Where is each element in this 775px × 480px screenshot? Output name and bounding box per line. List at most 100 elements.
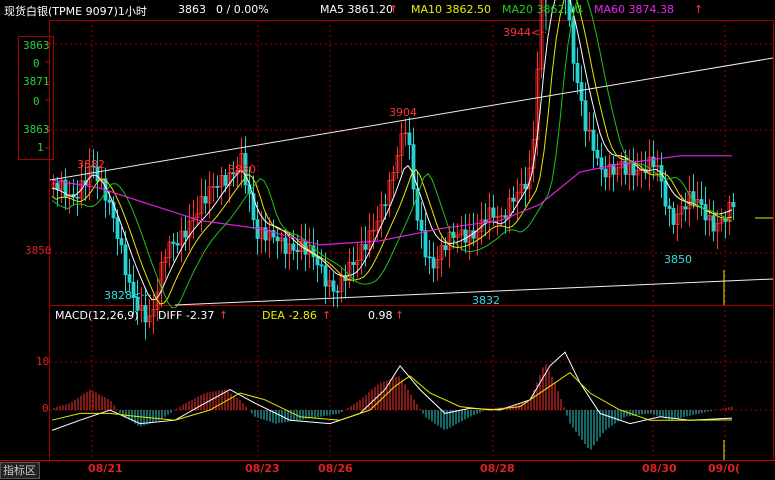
macd-arrow-icon: ↑ [395,309,405,322]
candle-body [511,197,516,202]
candle-body [283,237,288,254]
candle-body [203,196,208,204]
candle-body [667,205,672,209]
macd-pane-frame [49,305,774,461]
last-price: 3863 [178,3,206,16]
candle-body [275,236,280,242]
price-info-box: 3863 0 3871 0 3863 1 [18,36,54,160]
candle-body [443,245,448,251]
candle-body [143,305,148,323]
candle-body [315,256,320,266]
macd-value: 0.98 [368,309,393,322]
chart-title: 现货白银(TPME 9097)1小时 [4,5,147,18]
macd-title: MACD(12,26,9) [55,309,139,322]
candle-body [351,261,356,265]
candle-body [215,186,220,188]
annotation-low: 3832 [472,294,500,307]
candle-body [631,163,636,176]
candle-body [731,202,736,208]
candle-body [651,156,656,168]
date-label: 08/28 [480,462,515,475]
price-box-line: 3871 [23,75,50,88]
candle-body [171,241,176,244]
candle-body [223,174,228,186]
candle-body [291,243,296,251]
date-label: 08/26 [318,462,353,475]
annotation-high: 3880 [228,163,256,176]
candle-body [503,215,508,218]
price-box-line: 0 [33,95,40,108]
candle-body [711,215,716,232]
date-label: 09/0( [708,462,741,475]
macd-dea-arrow-icon: ↑ [322,309,332,322]
trend-line-upper [49,57,774,181]
candle-body [595,149,600,159]
candle-body [663,180,668,207]
annotation-low: 3850 [664,253,692,266]
candle-body [127,274,132,283]
price-box-line: 3863 [23,39,50,52]
ma20-legend: MA20 3862.10 [502,3,582,16]
candle-body [295,249,300,252]
candle-body [75,196,80,199]
macd-axis-label: 0 [42,402,49,415]
candle-body [331,280,336,292]
annotation-high: 3944<··· [503,26,551,39]
candle-body [383,204,388,207]
ma60-arrow-icon: ↑ [694,3,704,16]
macd-dea-line [51,371,733,421]
candle-body [119,238,124,246]
macd-diff-arrow-icon: ↑ [219,309,229,322]
candle-body [419,219,424,231]
candle-body [723,218,728,222]
candle-body [183,230,188,238]
price-axis-label: 3850 [25,244,52,257]
annotation-low: 3828<··· [104,289,152,302]
candle-body [703,204,708,221]
date-label: 08/21 [88,462,123,475]
candle-body [323,265,328,287]
annotation-high: 3904 [389,106,417,119]
candle-body [335,290,340,293]
candle-body [407,132,412,146]
candle-body [575,62,580,84]
candle-body [319,264,324,267]
candle-body [579,82,584,102]
candle-body [115,217,120,239]
chart-canvas [0,0,775,461]
candle-body [411,144,416,190]
candle-body [671,208,676,225]
macd-diff: DIFF -2.37 [158,309,215,322]
candle-body [175,243,180,246]
date-label: 08/23 [245,462,280,475]
candle-body [491,207,496,218]
price-change: 0 / 0.00% [216,3,269,16]
candle-body [571,19,576,64]
candle-body [603,168,608,178]
ma5-legend: MA5 3861.20 [320,3,393,16]
macd-axis-label: 10 [36,355,50,368]
candle-body [363,244,368,250]
candle-body [591,129,596,151]
ma20-arrow-icon: ↓ [576,3,586,16]
candle-body [431,257,436,269]
candle-body [683,206,688,210]
ma60-legend: MA60 3874.38 [594,3,674,16]
candle-body [107,199,112,203]
date-label: 08/30 [642,462,677,475]
ma5-arrow-icon: ↑ [389,3,399,16]
candle-body [583,100,588,132]
ma10-legend: MA10 3862.50 [411,3,491,16]
candle-body [123,244,128,276]
price-box-line: 1 [37,141,44,154]
candle-body [427,256,432,259]
macd-dea: DEA -2.86 [262,309,317,322]
indicator-area-tab[interactable]: 指标区 [0,462,40,479]
candle-body [55,182,60,190]
candle-body [463,229,468,243]
candle-body [523,183,528,190]
candle-body [423,230,428,258]
annotation-high: 3882 [77,158,105,171]
macd-diff-line [51,351,733,431]
price-box-line: 3863 [23,123,50,136]
